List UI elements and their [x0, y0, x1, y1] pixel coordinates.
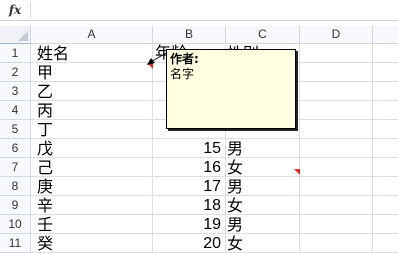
- column-header-c[interactable]: C: [226, 26, 300, 44]
- cell-e6[interactable]: [373, 139, 398, 158]
- cell-b8[interactable]: 17: [153, 177, 226, 196]
- cell-d5[interactable]: [300, 120, 373, 139]
- cell-b9[interactable]: 18: [153, 196, 226, 215]
- formula-bar-divider: [30, 2, 31, 18]
- formula-input[interactable]: [32, 1, 398, 19]
- cell-a11[interactable]: 癸: [31, 234, 153, 253]
- cell-a3[interactable]: 乙: [31, 82, 153, 101]
- cell-d1[interactable]: [300, 44, 373, 63]
- row-header-2[interactable]: 2: [0, 63, 31, 82]
- cell-d3[interactable]: [300, 82, 373, 101]
- cell-d11[interactable]: [300, 234, 373, 253]
- cell-comment[interactable]: 作者: 名字: [166, 49, 296, 129]
- row-header-3[interactable]: 3: [0, 82, 31, 101]
- cell-e2[interactable]: [373, 63, 398, 82]
- cell-e9[interactable]: [373, 196, 398, 215]
- comment-text[interactable]: 名字: [170, 67, 292, 82]
- cell-c10[interactable]: 男: [226, 215, 300, 234]
- cell-b6[interactable]: 15: [153, 139, 226, 158]
- cell-b10[interactable]: 19: [153, 215, 226, 234]
- cell-a5[interactable]: 丁: [31, 120, 153, 139]
- row-header-4[interactable]: 4: [0, 101, 31, 120]
- cell-d2[interactable]: [300, 63, 373, 82]
- cell-a7[interactable]: 己: [31, 158, 153, 177]
- row-header-5[interactable]: 5: [0, 120, 31, 139]
- column-header-d[interactable]: D: [300, 26, 373, 44]
- cell-d4[interactable]: [300, 101, 373, 120]
- row-header-10[interactable]: 10: [0, 215, 31, 234]
- cell-a2[interactable]: 甲: [31, 63, 153, 82]
- cell-a4[interactable]: 丙: [31, 101, 153, 120]
- cell-e1[interactable]: [373, 44, 398, 63]
- row-header-9[interactable]: 9: [0, 196, 31, 215]
- cell-a1[interactable]: 姓名: [31, 44, 153, 63]
- comment-leader-arrow-icon: [147, 52, 167, 65]
- row-header-8[interactable]: 8: [0, 177, 31, 196]
- column-header-b[interactable]: B: [153, 26, 226, 44]
- cell-e5[interactable]: [373, 120, 398, 139]
- cell-a9[interactable]: 辛: [31, 196, 153, 215]
- comment-indicator-c7-icon[interactable]: [294, 169, 300, 175]
- cell-d10[interactable]: [300, 215, 373, 234]
- cell-d6[interactable]: [300, 139, 373, 158]
- cell-c7[interactable]: 女: [226, 158, 300, 177]
- cell-d9[interactable]: [300, 196, 373, 215]
- cell-b11[interactable]: 20: [153, 234, 226, 253]
- cell-e3[interactable]: [373, 82, 398, 101]
- cell-c6[interactable]: 男: [226, 139, 300, 158]
- row-header-1[interactable]: 1: [0, 44, 31, 63]
- cell-a6[interactable]: 戊: [31, 139, 153, 158]
- column-header-e[interactable]: [373, 26, 398, 44]
- cell-e7[interactable]: [373, 158, 398, 177]
- cell-c9[interactable]: 女: [226, 196, 300, 215]
- cell-e11[interactable]: [373, 234, 398, 253]
- cell-b7[interactable]: 16: [153, 158, 226, 177]
- cell-a8[interactable]: 庚: [31, 177, 153, 196]
- row-header-11[interactable]: 11: [0, 234, 31, 253]
- cell-a10[interactable]: 壬: [31, 215, 153, 234]
- column-header-a[interactable]: A: [31, 26, 153, 44]
- comment-author: 作者:: [170, 52, 199, 66]
- select-all-triangle-icon: [18, 31, 28, 41]
- cell-e10[interactable]: [373, 215, 398, 234]
- row-header-6[interactable]: 6: [0, 139, 31, 158]
- cell-e8[interactable]: [373, 177, 398, 196]
- cell-c8[interactable]: 男: [226, 177, 300, 196]
- row-header-7[interactable]: 7: [0, 158, 31, 177]
- cell-c11[interactable]: 女: [226, 234, 300, 253]
- cell-d8[interactable]: [300, 177, 373, 196]
- cell-d7[interactable]: [300, 158, 373, 177]
- insert-function-button[interactable]: fx: [4, 0, 26, 20]
- cell-e4[interactable]: [373, 101, 398, 120]
